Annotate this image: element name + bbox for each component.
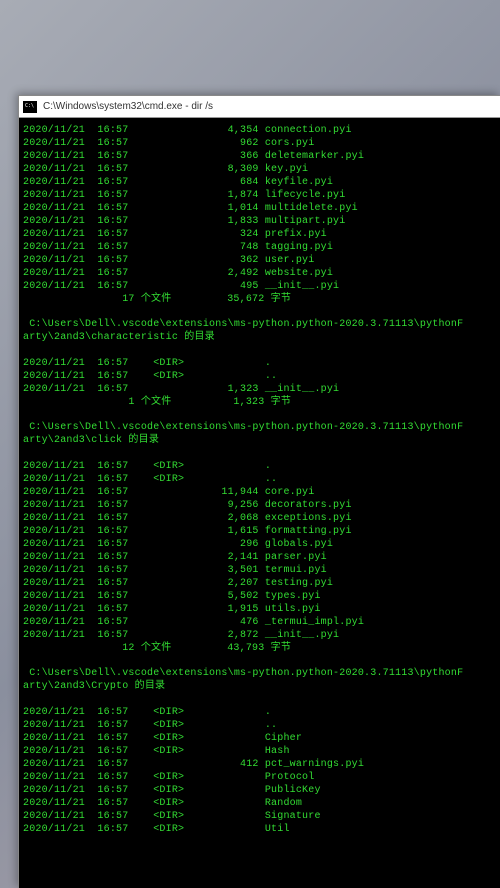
dir-listing-row: 2020/11/21 16:57 9,256 decorators.pyi	[23, 499, 496, 512]
directory-header: C:\Users\Dell\.vscode\extensions\ms-pyth…	[23, 421, 496, 447]
dir-listing-row: 2020/11/21 16:57 4,354 connection.pyi	[23, 124, 496, 137]
cmd-window: C:\Windows\system32\cmd.exe - dir /s 202…	[18, 95, 500, 888]
dir-listing-row: 2020/11/21 16:57 1,833 multipart.pyi	[23, 215, 496, 228]
dir-listing-row: 2020/11/21 16:57 <DIR> Signature	[23, 810, 496, 823]
dir-listing-row: 2020/11/21 16:57 362 user.pyi	[23, 254, 496, 267]
dir-listing-row: 2020/11/21 16:57 2,207 testing.pyi	[23, 577, 496, 590]
dir-listing-row: 2020/11/21 16:57 412 pct_warnings.pyi	[23, 758, 496, 771]
dir-listing-row: 2020/11/21 16:57 962 cors.pyi	[23, 137, 496, 150]
dir-listing-row: 2020/11/21 16:57 <DIR> PublicKey	[23, 784, 496, 797]
dir-listing-row: 2020/11/21 16:57 11,944 core.pyi	[23, 486, 496, 499]
dir-listing-row: 2020/11/21 16:57 <DIR> .	[23, 460, 496, 473]
dir-listing-row: 2020/11/21 16:57 684 keyfile.pyi	[23, 176, 496, 189]
dir-listing-row: 2020/11/21 16:57 748 tagging.pyi	[23, 241, 496, 254]
dir-listing-row: 2020/11/21 16:57 5,502 types.pyi	[23, 590, 496, 603]
titlebar[interactable]: C:\Windows\system32\cmd.exe - dir /s	[19, 96, 500, 118]
dir-summary: 17 个文件 35,672 字节	[23, 293, 496, 306]
dir-listing-row: 2020/11/21 16:57 1,323 __init__.pyi	[23, 383, 496, 396]
dir-listing-row: 2020/11/21 16:57 8,309 key.pyi	[23, 163, 496, 176]
dir-listing-row: 2020/11/21 16:57 324 prefix.pyi	[23, 228, 496, 241]
dir-listing-row: 2020/11/21 16:57 2,068 exceptions.pyi	[23, 512, 496, 525]
window-title: C:\Windows\system32\cmd.exe - dir /s	[43, 101, 213, 112]
dir-listing-row: 2020/11/21 16:57 366 deletemarker.pyi	[23, 150, 496, 163]
dir-listing-row: 2020/11/21 16:57 <DIR> Util	[23, 823, 496, 836]
dir-listing-row: 2020/11/21 16:57 <DIR> .	[23, 706, 496, 719]
dir-listing-row: 2020/11/21 16:57 1,615 formatting.pyi	[23, 525, 496, 538]
dir-listing-row: 2020/11/21 16:57 2,492 website.pyi	[23, 267, 496, 280]
dir-listing-row: 2020/11/21 16:57 <DIR> Hash	[23, 745, 496, 758]
dir-listing-row: 2020/11/21 16:57 1,915 utils.pyi	[23, 603, 496, 616]
dir-listing-row: 2020/11/21 16:57 3,501 termui.pyi	[23, 564, 496, 577]
dir-listing-row: 2020/11/21 16:57 2,872 __init__.pyi	[23, 629, 496, 642]
directory-header: C:\Users\Dell\.vscode\extensions\ms-pyth…	[23, 318, 496, 344]
dir-listing-row: 2020/11/21 16:57 <DIR> Cipher	[23, 732, 496, 745]
directory-header: C:\Users\Dell\.vscode\extensions\ms-pyth…	[23, 667, 496, 693]
terminal-output[interactable]: 2020/11/21 16:57 4,354 connection.pyi202…	[19, 118, 500, 840]
dir-listing-row: 2020/11/21 16:57 495 __init__.pyi	[23, 280, 496, 293]
dir-listing-row: 2020/11/21 16:57 <DIR> Random	[23, 797, 496, 810]
dir-listing-row: 2020/11/21 16:57 <DIR> Protocol	[23, 771, 496, 784]
dir-listing-row: 2020/11/21 16:57 <DIR> ..	[23, 370, 496, 383]
dir-listing-row: 2020/11/21 16:57 476 _termui_impl.pyi	[23, 616, 496, 629]
dir-listing-row: 2020/11/21 16:57 <DIR> .	[23, 357, 496, 370]
cmd-icon	[23, 101, 37, 113]
dir-listing-row: 2020/11/21 16:57 <DIR> ..	[23, 473, 496, 486]
dir-summary: 12 个文件 43,793 字节	[23, 642, 496, 655]
dir-summary: 1 个文件 1,323 字节	[23, 396, 496, 409]
dir-listing-row: 2020/11/21 16:57 2,141 parser.pyi	[23, 551, 496, 564]
dir-listing-row: 2020/11/21 16:57 296 globals.pyi	[23, 538, 496, 551]
dir-listing-row: 2020/11/21 16:57 1,014 multidelete.pyi	[23, 202, 496, 215]
dir-listing-row: 2020/11/21 16:57 1,874 lifecycle.pyi	[23, 189, 496, 202]
dir-listing-row: 2020/11/21 16:57 <DIR> ..	[23, 719, 496, 732]
